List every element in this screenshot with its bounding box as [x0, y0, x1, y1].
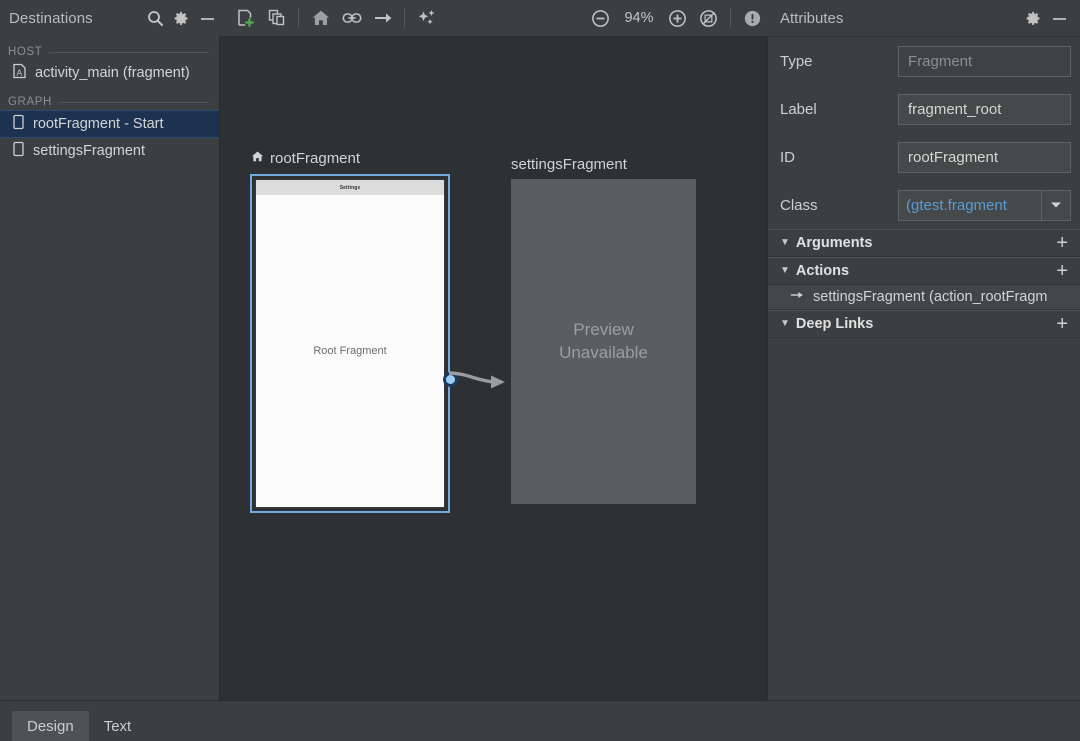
attribute-row-type: Type Fragment — [768, 37, 1080, 85]
tab-design[interactable]: Design — [12, 711, 89, 741]
add-argument-button[interactable]: + — [1054, 233, 1070, 253]
activity-icon: A — [12, 63, 27, 84]
destinations-group-host: HOST — [0, 42, 219, 60]
preview-unavailable-line1: Preview — [573, 319, 634, 339]
add-deep-link-button[interactable]: + — [1054, 314, 1070, 334]
attributes-panel-header: Attributes — [768, 0, 1080, 36]
svg-text:A: A — [16, 67, 22, 77]
zoom-level-label: 94% — [624, 10, 654, 26]
gear-icon[interactable] — [1020, 5, 1046, 31]
minimize-icon[interactable] — [194, 5, 220, 31]
sidebar-item-label: settingsFragment — [33, 143, 146, 159]
preview-body-text: Root Fragment — [313, 345, 387, 357]
sidebar-item-activity-main[interactable]: A activity_main (fragment) — [0, 60, 219, 86]
sidebar-item-label: rootFragment - Start — [33, 116, 164, 132]
gear-icon[interactable] — [168, 5, 194, 31]
attribute-row-id: ID rootFragment — [768, 133, 1080, 181]
new-destination-icon[interactable] — [230, 3, 261, 33]
action-connection-arrow[interactable] — [447, 356, 519, 401]
fragment-preview: Settings Root Fragment — [255, 179, 445, 508]
zoom-controls: 94% — [585, 3, 768, 33]
attribute-label: Type — [780, 52, 813, 70]
fragment-preview-unavailable: Preview Unavailable — [511, 179, 696, 504]
preview-body: Root Fragment — [256, 195, 444, 507]
chevron-down-icon[interactable]: ▼ — [780, 238, 790, 248]
action-arrow-icon[interactable] — [367, 3, 398, 33]
fragment-icon — [12, 141, 25, 162]
destinations-panel: HOST A activity_main (fragment) GRAPH ro… — [0, 36, 220, 700]
section-label: Arguments — [795, 235, 873, 251]
auto-arrange-icon[interactable] — [411, 3, 442, 33]
attribute-label: Class — [780, 196, 818, 214]
id-field[interactable]: rootFragment — [898, 141, 1071, 173]
attribute-label: Label — [780, 100, 817, 118]
minimize-icon[interactable] — [1046, 5, 1072, 31]
home-icon — [250, 149, 265, 168]
canvas-node-label: settingsFragment — [511, 156, 627, 173]
canvas-node-title: settingsFragment — [511, 156, 696, 173]
section-label: Actions — [795, 263, 850, 279]
zoom-fit-icon[interactable] — [693, 3, 724, 33]
destinations-panel-header: Destinations — [0, 0, 220, 36]
canvas-toolbar: 94% — [220, 0, 768, 36]
add-action-button[interactable]: + — [1054, 261, 1070, 281]
group-label-graph: GRAPH — [8, 96, 52, 108]
destinations-panel-title: Destinations — [9, 9, 93, 27]
fragment-icon — [12, 114, 25, 135]
canvas-node-settings-fragment[interactable]: settingsFragment Preview Unavailable — [511, 156, 696, 504]
sidebar-item-settings-fragment[interactable]: settingsFragment — [0, 138, 219, 164]
bottom-tab-bar: Design Text — [0, 700, 1080, 741]
sidebar-item-root-fragment[interactable]: rootFragment - Start — [0, 110, 219, 138]
group-label-host: HOST — [8, 46, 43, 58]
zoom-in-icon[interactable] — [662, 3, 693, 33]
canvas-node-root-fragment[interactable]: rootFragment Settings Root Fragment — [250, 149, 458, 513]
canvas-node-title: rootFragment — [250, 149, 450, 168]
attribute-row-label: Label fragment_root — [768, 85, 1080, 133]
tab-text[interactable]: Text — [89, 711, 147, 741]
canvas-node-selection-frame: Settings Root Fragment — [250, 174, 450, 513]
attribute-label: ID — [780, 148, 795, 166]
preview-unavailable-text: Preview Unavailable — [559, 319, 648, 365]
attributes-panel: Type Fragment Label fragment_root ID roo… — [768, 36, 1080, 700]
label-field[interactable]: fragment_root — [898, 93, 1071, 125]
top-header-row: Destinations 94% Attributes — [0, 0, 1080, 36]
attributes-panel-title: Attributes — [780, 9, 844, 27]
preview-unavailable-line2: Unavailable — [559, 342, 648, 362]
sidebar-item-label: activity_main (fragment) — [35, 65, 190, 81]
toolbar-divider-2 — [404, 8, 405, 28]
action-list-item[interactable]: settingsFragment (action_rootFragm — [768, 285, 1080, 310]
section-header-arguments[interactable]: ▼ Arguments + — [768, 229, 1080, 257]
link-icon[interactable] — [336, 3, 367, 33]
home-icon[interactable] — [305, 3, 336, 33]
action-list-item-label: settingsFragment (action_rootFragm — [813, 289, 1048, 305]
class-combobox[interactable]: ɡtest.fragment) — [898, 189, 1071, 221]
preview-app-bar-title: Settings — [339, 184, 361, 191]
section-header-deep-links[interactable]: ▼ Deep Links + — [768, 310, 1080, 338]
type-field[interactable]: Fragment — [898, 45, 1071, 77]
section-label: Deep Links — [795, 316, 874, 332]
section-header-actions[interactable]: ▼ Actions + — [768, 257, 1080, 285]
action-arrow-icon — [790, 288, 805, 306]
warning-icon[interactable] — [737, 3, 768, 33]
preview-app-bar: Settings — [256, 180, 444, 195]
canvas-node-label: rootFragment — [270, 150, 361, 167]
destinations-group-graph: GRAPH — [0, 92, 219, 110]
attribute-row-class: Class ɡtest.fragment) — [768, 181, 1080, 229]
chevron-down-icon[interactable]: ▼ — [780, 319, 790, 329]
toolbar-divider — [298, 8, 299, 28]
zoom-out-icon[interactable] — [585, 3, 616, 33]
chevron-down-icon[interactable] — [1041, 189, 1071, 221]
class-field-value[interactable]: ɡtest.fragment) — [898, 189, 1041, 221]
chevron-down-icon[interactable]: ▼ — [780, 266, 790, 276]
navigation-canvas[interactable]: rootFragment Settings Root Fragment sett… — [220, 36, 768, 700]
group-divider — [49, 51, 209, 53]
navigation-editor-window: Destinations 94% Attributes HOST A activ… — [0, 0, 1080, 741]
toolbar-divider-3 — [730, 8, 731, 28]
group-divider — [58, 101, 209, 103]
nested-graph-icon[interactable] — [261, 3, 292, 33]
main-content-row: HOST A activity_main (fragment) GRAPH ro… — [0, 36, 1080, 700]
search-icon[interactable] — [142, 5, 168, 31]
